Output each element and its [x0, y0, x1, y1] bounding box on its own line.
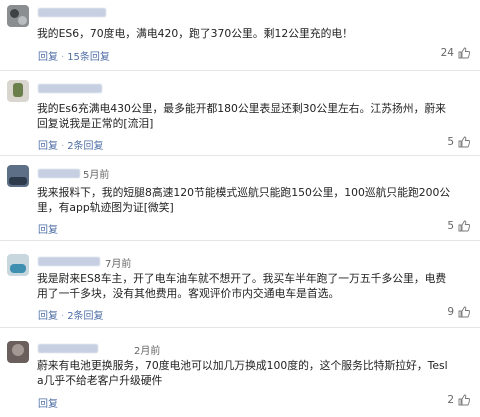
comment-text: 蔚来有电池更换服务，70度电池可以加几万换成100度的，这个服务比特斯拉好，Te… [37, 359, 448, 387]
comment-text: 我是尉来ES8车主，开了电车油车就不想开了。我买车半年跑了一万五千多公里，电费用… [37, 272, 447, 300]
thumbs-up-icon[interactable] [458, 394, 470, 406]
comment-text: 我的ES6，70度电，满电420，跑了370公里。剩12公里充的电！ [37, 27, 353, 40]
avatar[interactable] [7, 341, 29, 363]
replies-count-link[interactable]: 15条回复 [67, 52, 110, 63]
comment-text: 我的Es6充满电430公里，最多能开都180公里表显还剩30公里左右。江苏扬州，… [37, 102, 446, 130]
comment-actions: 回复 · 2条回复 [38, 141, 104, 152]
username-redacted[interactable] [38, 344, 98, 353]
replies-count-link[interactable]: 2条回复 [67, 311, 103, 322]
avatar[interactable] [7, 5, 29, 27]
username-redacted[interactable] [38, 8, 106, 17]
reply-link[interactable]: 回复 [38, 399, 58, 410]
like-count: 5 [447, 220, 454, 232]
like-count: 24 [440, 47, 454, 59]
thumbs-up-icon[interactable] [458, 306, 470, 318]
avatar[interactable] [7, 254, 29, 276]
comment-actions: 回复 [38, 395, 58, 410]
reply-link[interactable]: 回复 [38, 141, 58, 152]
comment-actions: 回复 · 15条回复 [38, 52, 110, 63]
comment-item: 7月前 我是尉来ES8车主，开了电车油车就不想开了。我买车半年跑了一万五千多公里… [0, 240, 480, 328]
avatar[interactable] [7, 165, 29, 187]
comment-text: 我来报料下，我的短腿8高速120节能模式巡航只能跑150公里，100巡航只能跑2… [37, 186, 451, 214]
like-count: 9 [447, 306, 454, 318]
like-count: 5 [447, 136, 454, 148]
thumbs-up-icon[interactable] [458, 220, 470, 232]
like-count: 2 [447, 394, 454, 406]
avatar[interactable] [7, 80, 29, 102]
comment-item: 我的ES6，70度电，满电420，跑了370公里。剩12公里充的电！ 回复 · 15… [0, 0, 480, 71]
comment-item: 5月前 我来报料下，我的短腿8高速120节能模式巡航只能跑150公里，100巡航… [0, 155, 480, 241]
timestamp: 2月前 [134, 346, 161, 357]
thumbs-up-icon[interactable] [458, 136, 470, 148]
reply-link[interactable]: 回复 [38, 52, 58, 63]
comment-item: 2月前 蔚来有电池更换服务，70度电池可以加几万换成100度的，这个服务比特斯拉… [0, 327, 480, 417]
thumbs-up-icon[interactable] [458, 47, 470, 59]
reply-link[interactable]: 回复 [38, 225, 58, 236]
username-redacted[interactable] [38, 257, 100, 266]
reply-link[interactable]: 回复 [38, 311, 58, 322]
timestamp: 7月前 [105, 259, 132, 270]
username-redacted[interactable] [38, 169, 80, 178]
replies-count-link[interactable]: 2条回复 [67, 141, 103, 152]
timestamp: 5月前 [83, 170, 110, 181]
comment-actions: 回复 [38, 221, 58, 236]
username-redacted[interactable] [38, 84, 102, 93]
comment-actions: 回复 · 2条回复 [38, 311, 104, 322]
comment-item: 我的Es6充满电430公里，最多能开都180公里表显还剩30公里左右。江苏扬州，… [0, 70, 480, 156]
